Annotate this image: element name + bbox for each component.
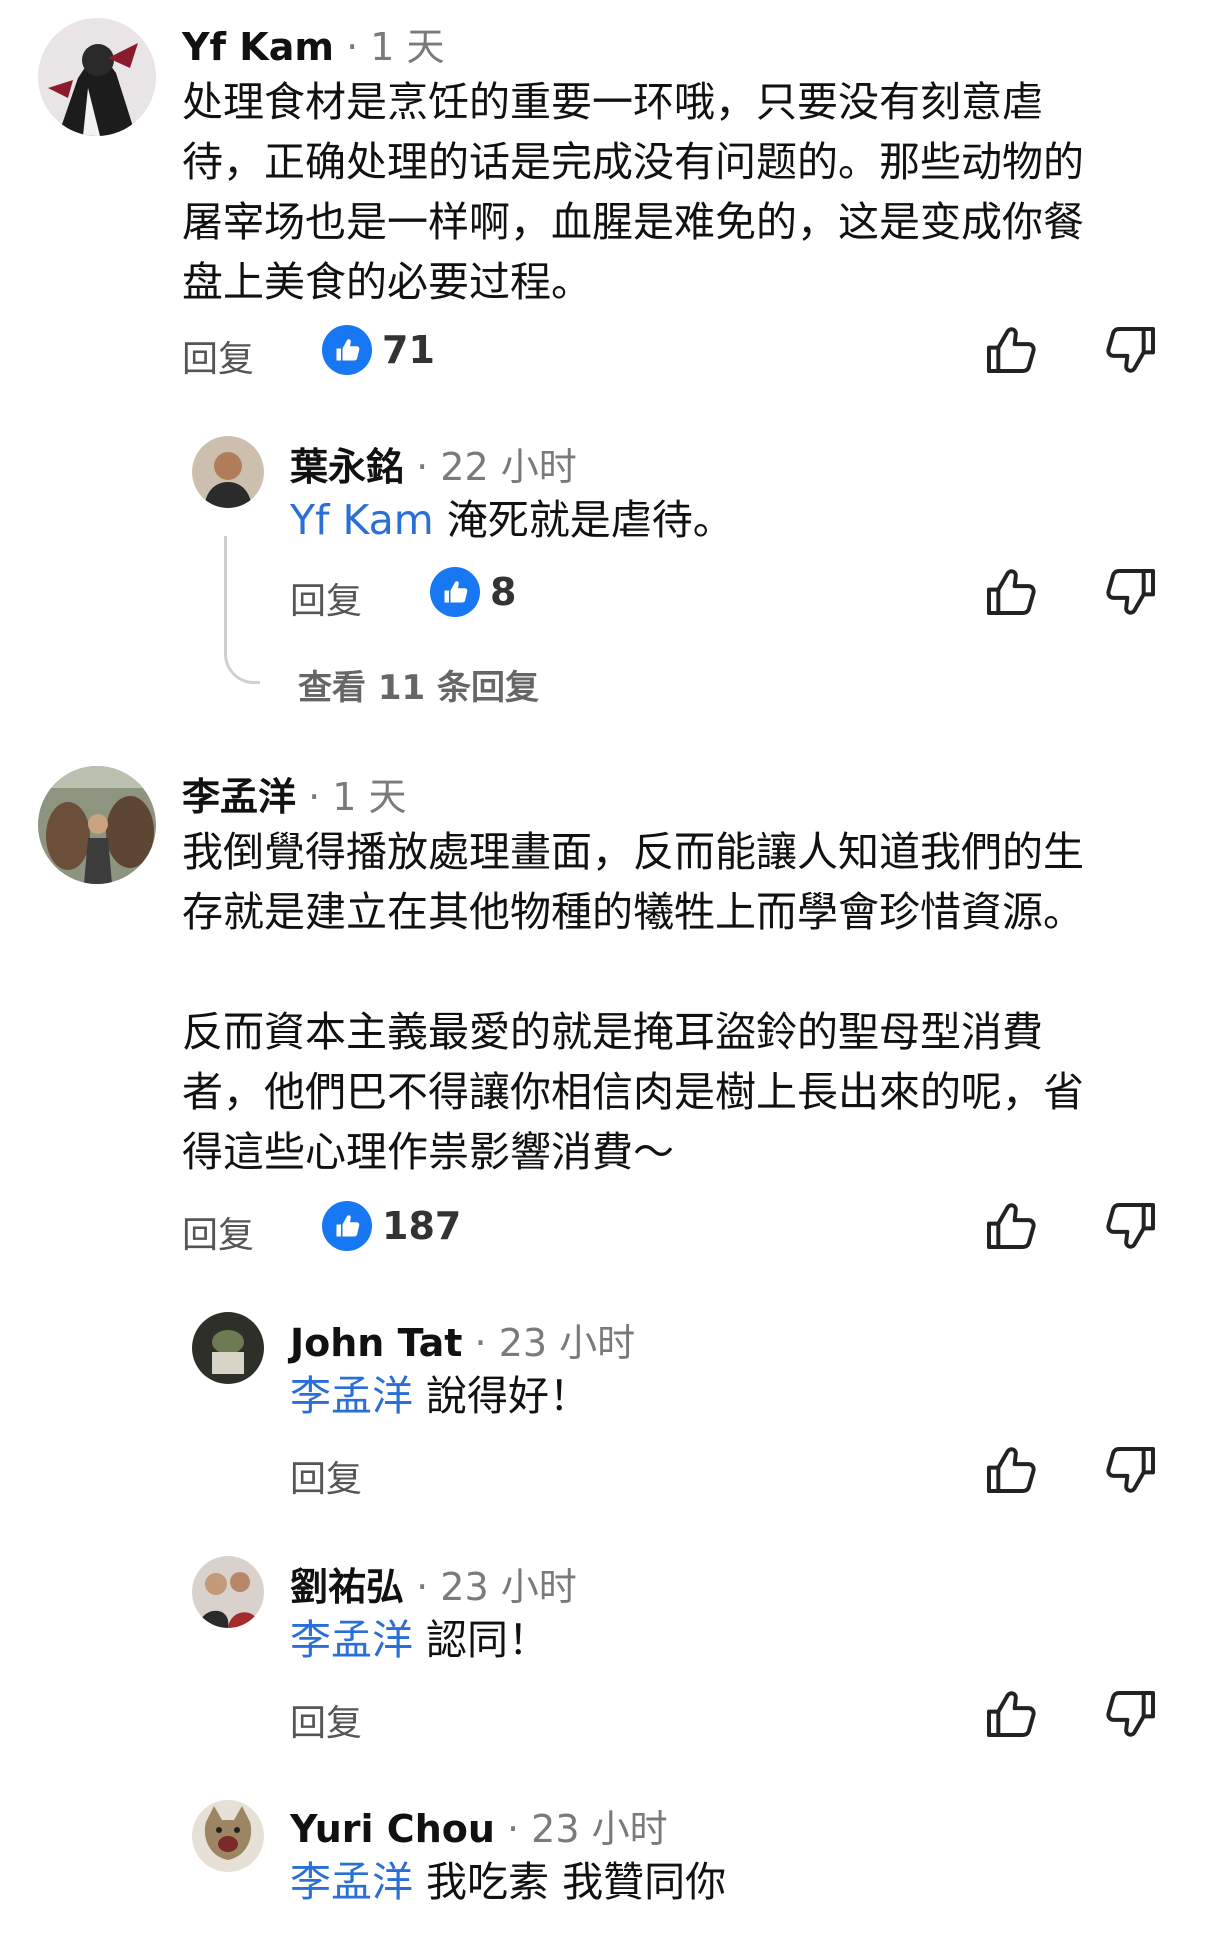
reply-button[interactable]: 回复	[182, 1206, 254, 1258]
avatar[interactable]	[38, 18, 156, 136]
comment-line	[182, 942, 1172, 1002]
avatar[interactable]	[192, 1800, 264, 1872]
thumbs-down-icon[interactable]	[1104, 564, 1160, 620]
thumbs-up-icon[interactable]	[982, 322, 1038, 378]
comment-line: 反而資本主義最愛的就是掩耳盜鈴的聖母型消費	[182, 1008, 1043, 1056]
comment-line: 屠宰场也是一样啊，血腥是难免的，这是变成你餐	[182, 198, 1084, 246]
reply-text: 李孟洋 認同！	[290, 1610, 1170, 1670]
comment-line: 存就是建立在其他物種的犧牲上而學會珍惜資源。	[182, 888, 1084, 936]
like-badge: 187	[322, 1198, 461, 1254]
avatar[interactable]	[192, 1312, 264, 1384]
reply-meta: 劉祐弘 · 23 小时	[290, 1556, 577, 1611]
comment-line: 得這些心理作祟影響消費～	[182, 1128, 674, 1176]
comment-line: 我倒覺得播放處理畫面，反而能讓人知道我們的生	[182, 828, 1084, 876]
like-count: 8	[490, 570, 517, 614]
reply-author[interactable]: 葉永銘	[290, 445, 404, 489]
reply-time: 23 小时	[440, 1565, 577, 1609]
separator-dot: ·	[474, 1321, 499, 1365]
thumbs-up-icon[interactable]	[982, 1198, 1038, 1254]
reply-content: 我吃素 我贊同你	[426, 1858, 727, 1906]
reply-author[interactable]: 劉祐弘	[290, 1565, 404, 1609]
reply-time: 22 小时	[440, 445, 577, 489]
view-replies-link[interactable]: 查看 11 条回复	[298, 660, 539, 709]
mention-link[interactable]: 李孟洋	[290, 1616, 413, 1664]
reply-content: 說得好！	[426, 1372, 591, 1420]
reply-content: 淹死就是虐待。	[446, 496, 734, 544]
thumbs-up-filled-icon	[322, 1201, 372, 1251]
like-count: 187	[382, 1204, 462, 1248]
reply-actions: 回复	[0, 1442, 1206, 1502]
comment-author[interactable]: Yf Kam	[182, 25, 334, 69]
reply-meta: John Tat · 23 小时	[290, 1312, 635, 1367]
like-badge: 71	[322, 322, 435, 378]
like-count: 71	[382, 328, 435, 372]
reply-author[interactable]: Yuri Chou	[290, 1807, 495, 1851]
reply-content: 認同！	[426, 1616, 550, 1664]
comment-line: 待，正确处理的话是完成没有问题的。那些动物的	[182, 138, 1084, 186]
comment-actions: 回复 187	[0, 1198, 1206, 1258]
comment-meta: 李孟洋 · 1 天	[182, 766, 407, 821]
avatar[interactable]	[192, 1556, 264, 1628]
comment-actions: 回复 71	[0, 322, 1206, 382]
comment-text: 我倒覺得播放處理畫面，反而能讓人知道我們的生 存就是建立在其他物種的犧牲上而學會…	[182, 822, 1172, 1182]
reply-text: 李孟洋 我吃素 我贊同你	[290, 1852, 1170, 1912]
separator-dot: ·	[507, 1807, 532, 1851]
reply-button[interactable]: 回复	[290, 1694, 362, 1746]
reply-meta: Yuri Chou · 23 小时	[290, 1798, 668, 1853]
thumbs-up-filled-icon	[322, 325, 372, 375]
comment-text: 处理食材是烹饪的重要一环哦，只要没有刻意虐 待，正确处理的话是完成没有问题的。那…	[182, 72, 1172, 312]
thumbs-up-icon[interactable]	[982, 1686, 1038, 1742]
reply-button[interactable]: 回复	[290, 572, 362, 624]
mention-link[interactable]: 李孟洋	[290, 1372, 413, 1420]
comment-time: 1 天	[332, 775, 407, 819]
thread-connector	[224, 536, 260, 684]
reply-button[interactable]: 回复	[182, 330, 254, 382]
comment-line: 盘上美食的必要过程。	[182, 258, 592, 306]
thumbs-down-icon[interactable]	[1104, 1686, 1160, 1742]
separator-dot: ·	[346, 25, 371, 69]
reply-text: 李孟洋 說得好！	[290, 1366, 1170, 1426]
avatar[interactable]	[38, 766, 156, 884]
separator-dot: ·	[308, 775, 333, 819]
thumbs-up-icon[interactable]	[982, 564, 1038, 620]
reply-time: 23 小时	[498, 1321, 636, 1365]
thumbs-down-icon[interactable]	[1104, 322, 1160, 378]
comment-line: 者，他們巴不得讓你相信肉是樹上長出來的呢，省	[182, 1068, 1084, 1116]
separator-dot: ·	[416, 445, 441, 489]
reply-text: Yf Kam 淹死就是虐待。	[290, 490, 1170, 550]
thumbs-up-icon[interactable]	[982, 1442, 1038, 1498]
mention-link[interactable]: 李孟洋	[290, 1858, 413, 1906]
comment-time: 1 天	[370, 25, 445, 69]
reply-author[interactable]: John Tat	[290, 1321, 462, 1365]
reply-time: 23 小时	[531, 1807, 668, 1851]
reply-actions: 回复 8	[0, 564, 1206, 624]
thumbs-down-icon[interactable]	[1104, 1442, 1160, 1498]
reply-meta: 葉永銘 · 22 小时	[290, 436, 577, 491]
thumbs-down-icon[interactable]	[1104, 1198, 1160, 1254]
thumbs-up-filled-icon	[430, 567, 480, 617]
mention-link[interactable]: Yf Kam	[290, 496, 434, 544]
separator-dot: ·	[416, 1565, 441, 1609]
reply-actions: 回复	[0, 1686, 1206, 1746]
comment-line: 处理食材是烹饪的重要一环哦，只要没有刻意虐	[182, 78, 1043, 126]
comment-author[interactable]: 李孟洋	[182, 775, 296, 819]
comment-meta: Yf Kam · 1 天	[182, 16, 445, 71]
avatar[interactable]	[192, 436, 264, 508]
reply-button[interactable]: 回复	[290, 1450, 362, 1502]
like-badge: 8	[430, 564, 516, 620]
